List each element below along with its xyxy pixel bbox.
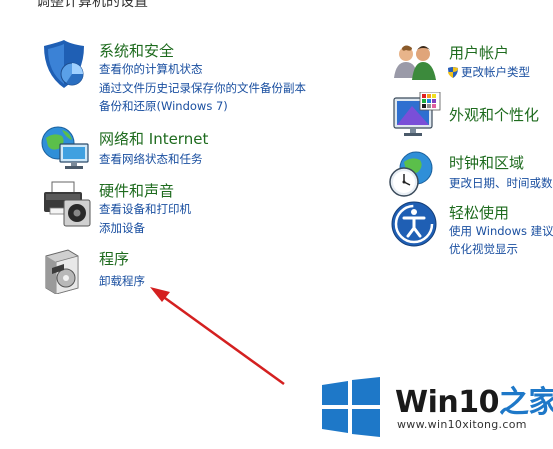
watermark-url: www.win10xitong.com bbox=[397, 418, 527, 431]
watermark-brand: Win10之家 bbox=[395, 377, 553, 421]
watermark-brand-main: Win10 bbox=[395, 385, 499, 420]
windows-logo-icon bbox=[322, 377, 380, 437]
watermark-brand-suffix: 之家 bbox=[498, 385, 553, 420]
